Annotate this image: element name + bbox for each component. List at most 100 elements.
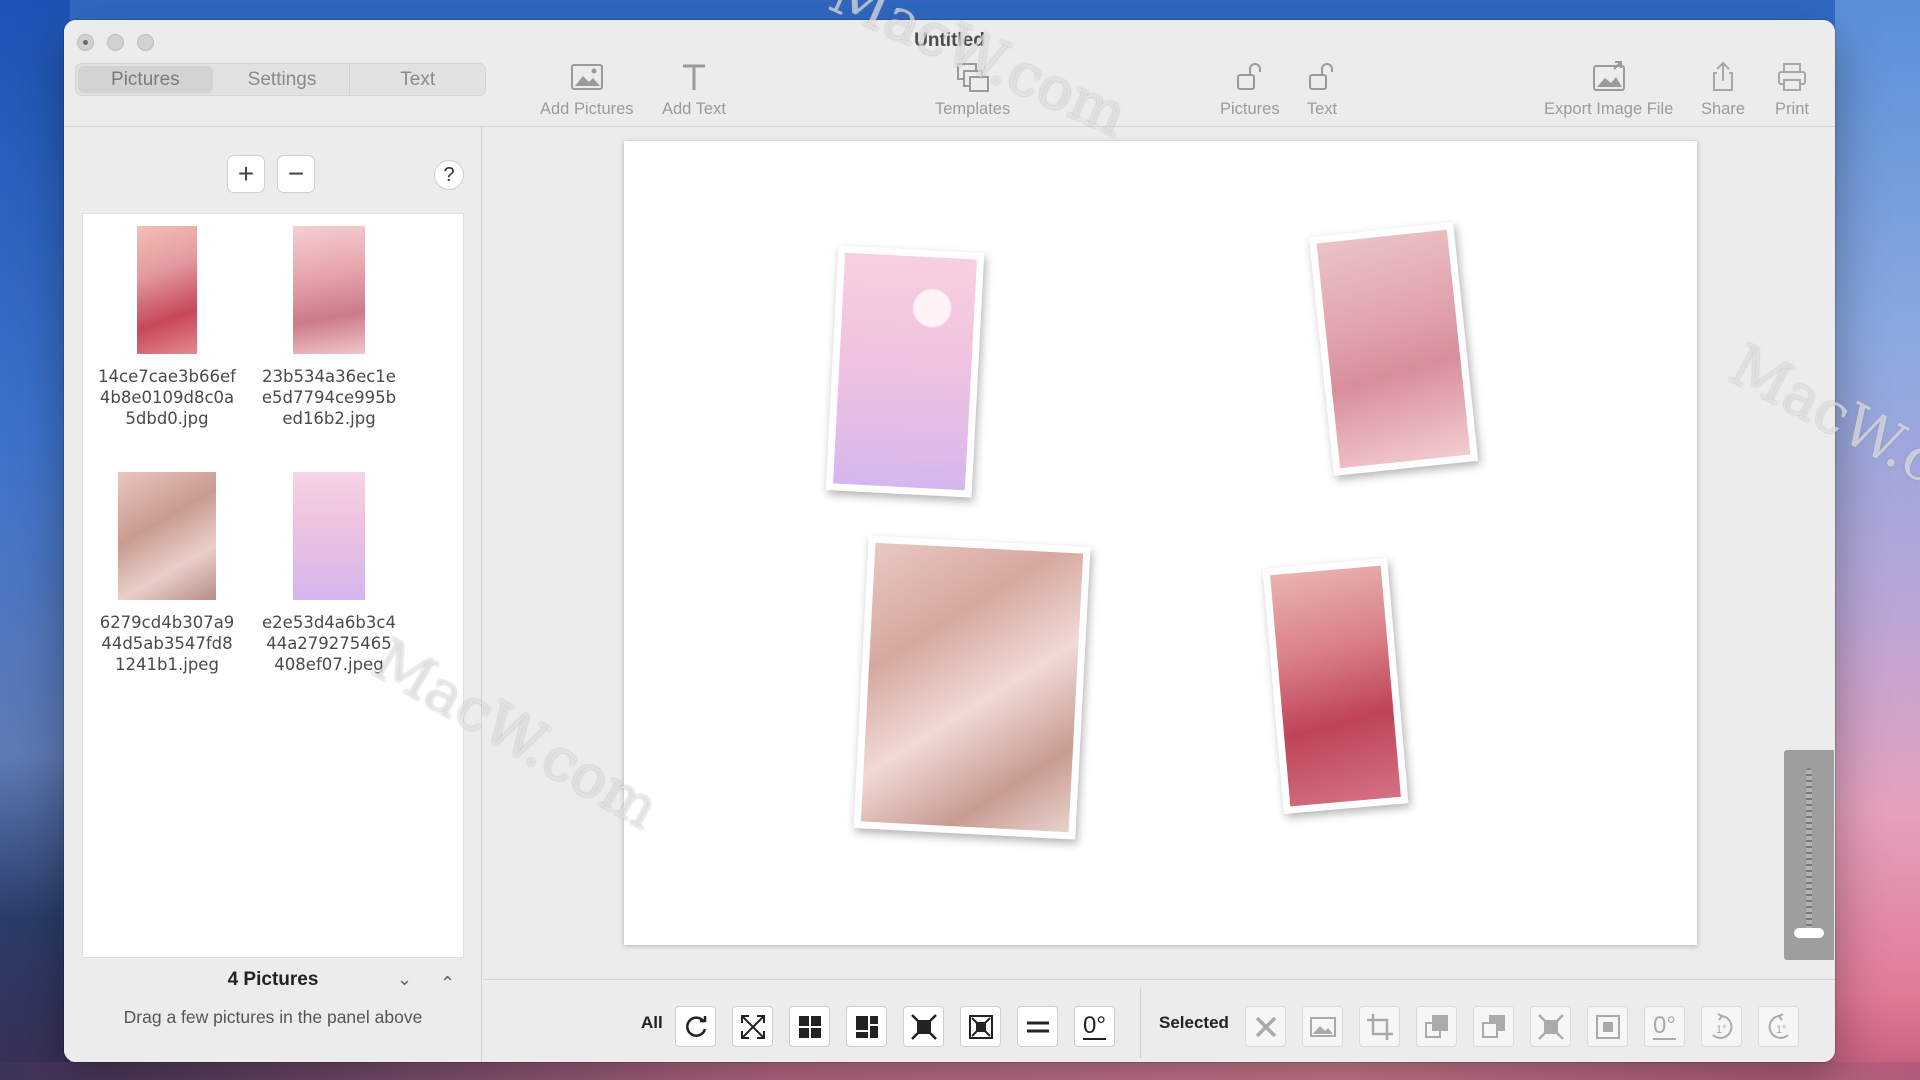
- add-text-label: Add Text: [662, 100, 726, 118]
- rotate-random-icon: [685, 1015, 706, 1037]
- templates-icon: [956, 63, 989, 92]
- zoom-slider[interactable]: [1784, 750, 1834, 960]
- center-frame-icon: [968, 1014, 993, 1039]
- filename-line: 5dbd0.jpg: [125, 409, 209, 428]
- fill-selected-button[interactable]: [1530, 1006, 1571, 1047]
- center-selected-button[interactable]: [1587, 1006, 1628, 1047]
- fill-frame-icon: [1537, 1013, 1564, 1040]
- add-pictures-label: Add Pictures: [540, 100, 634, 118]
- rotate-zero-icon: 0°: [1083, 1011, 1106, 1040]
- crop-icon: [1366, 1013, 1393, 1040]
- selected-label: Selected: [1159, 1013, 1229, 1032]
- grid-mosaic-icon: [855, 1015, 878, 1038]
- equal-size-button[interactable]: [1017, 1006, 1058, 1047]
- rotate-left-1-icon: 1°: [1768, 1012, 1789, 1039]
- filename-line: e5d7794ce995b: [261, 388, 397, 407]
- filename-line: 23b534a36ec1e: [262, 367, 396, 386]
- filename-line: 1241b1.jpeg: [115, 655, 219, 674]
- picture-thumbnail-item[interactable]: 6279cd4b307a9 44d5ab3547fd8 1241b1.jpeg: [92, 472, 242, 675]
- picture-list-panel[interactable]: 14ce7cae3b66ef 4b8e0109d8c0a 5dbd0.jpg 2…: [82, 213, 464, 958]
- zoom-slider-track[interactable]: [1806, 768, 1812, 938]
- share-button[interactable]: Share: [1701, 60, 1745, 119]
- zoom-slider-knob[interactable]: [1794, 928, 1824, 938]
- scatter-button[interactable]: [732, 1006, 773, 1047]
- collage-photo-image: [833, 252, 977, 491]
- pictures-sidebar: + − ? 14ce7cae3b66ef 4b8e0109d8c0a 5dbd0…: [64, 127, 482, 1062]
- add-pictures-button[interactable]: Add Pictures: [540, 60, 634, 119]
- tab-pictures[interactable]: Pictures: [78, 66, 213, 93]
- filename-line: 14ce7cae3b66ef: [98, 367, 236, 386]
- image-icon: [570, 64, 603, 90]
- delete-icon: [1255, 1016, 1276, 1037]
- tab-settings[interactable]: Settings: [215, 64, 351, 95]
- window-title: Untitled: [914, 30, 985, 51]
- rotate-zero-selected-button[interactable]: 0°: [1644, 1006, 1685, 1047]
- export-image-label: Export Image File: [1544, 100, 1674, 118]
- all-label: All: [641, 1013, 663, 1032]
- image-icon: [1309, 1016, 1336, 1037]
- grid-button[interactable]: [789, 1006, 830, 1047]
- replace-image-button[interactable]: [1302, 1006, 1343, 1047]
- templates-button[interactable]: Templates: [935, 60, 1010, 119]
- collage-photo[interactable]: [1308, 222, 1479, 476]
- export-image-icon: [1592, 61, 1625, 91]
- svg-text:1°: 1°: [1716, 1024, 1727, 1036]
- mosaic-button[interactable]: [846, 1006, 887, 1047]
- thumbnail-image: [293, 472, 365, 600]
- remove-picture-button[interactable]: −: [277, 155, 315, 193]
- filename-line: 44d5ab3547fd8: [101, 634, 233, 653]
- thumbnail-filename: 23b534a36ec1e e5d7794ce995b ed16b2.jpg: [254, 366, 404, 429]
- help-button[interactable]: ?: [434, 160, 464, 190]
- thumbnail-image: [293, 226, 365, 354]
- text-lock-button[interactable]: Text: [1304, 60, 1340, 119]
- desktop-wallpaper-left: [0, 0, 70, 1080]
- share-label: Share: [1701, 100, 1746, 118]
- share-icon: [1713, 61, 1734, 91]
- print-label: Print: [1775, 100, 1809, 118]
- crop-button[interactable]: [1359, 1006, 1400, 1047]
- filename-line: 408ef07.jpeg: [274, 655, 384, 674]
- print-button[interactable]: Print: [1774, 60, 1810, 119]
- bring-front-button[interactable]: [1416, 1006, 1457, 1047]
- filename-line: e2e53d4a6b3c4: [262, 613, 396, 632]
- rotate-zero-all-button[interactable]: 0°: [1074, 1006, 1115, 1047]
- send-back-button[interactable]: [1473, 1006, 1514, 1047]
- collage-page[interactable]: [624, 141, 1697, 945]
- collage-photo-image: [1316, 229, 1471, 469]
- tab-text[interactable]: Text: [350, 64, 485, 95]
- thumbnail-image: [118, 472, 216, 600]
- delete-selected-button[interactable]: [1245, 1006, 1286, 1047]
- mode-segmented-control: Pictures Settings Text: [75, 63, 486, 96]
- fill-frame-icon: [910, 1013, 937, 1040]
- collage-photo-image: [1270, 565, 1401, 807]
- add-text-button[interactable]: Add Text: [662, 60, 726, 119]
- app-window: Untitled Pictures Settings Text Add Pict…: [64, 20, 1835, 1062]
- printer-icon: [1778, 63, 1806, 91]
- filename-line: ed16b2.jpg: [282, 409, 376, 428]
- picture-thumbnail-item[interactable]: 14ce7cae3b66ef 4b8e0109d8c0a 5dbd0.jpg: [92, 226, 242, 429]
- grid-2x2-icon: [798, 1015, 821, 1038]
- desktop-wallpaper-right: [1835, 0, 1920, 1080]
- add-picture-button[interactable]: +: [227, 155, 265, 193]
- pictures-lock-button[interactable]: Pictures: [1220, 60, 1280, 119]
- thumbnail-image: [137, 226, 197, 354]
- desktop-wallpaper-bottom: [0, 1062, 1920, 1080]
- center-frame-icon: [1595, 1014, 1620, 1039]
- export-image-button[interactable]: Export Image File: [1544, 60, 1673, 119]
- filename-line: 4b8e0109d8c0a: [99, 388, 235, 407]
- text-icon: [682, 64, 705, 90]
- collage-photo[interactable]: [853, 535, 1091, 840]
- chevron-up-icon[interactable]: ⌃: [440, 973, 455, 994]
- fill-button[interactable]: [903, 1006, 944, 1047]
- rotate-left-button[interactable]: 1°: [1758, 1006, 1799, 1047]
- picture-thumbnail-item[interactable]: 23b534a36ec1e e5d7794ce995b ed16b2.jpg: [254, 226, 404, 429]
- collage-photo[interactable]: [1262, 558, 1409, 814]
- picture-thumbnail-item[interactable]: e2e53d4a6b3c4 44a279275465 408ef07.jpeg: [254, 472, 404, 675]
- chevron-down-icon[interactable]: ⌄: [397, 969, 412, 990]
- rotate-right-button[interactable]: 1°: [1701, 1006, 1742, 1047]
- send-back-icon: [1481, 1014, 1505, 1038]
- shuffle-rotate-button[interactable]: [675, 1006, 716, 1047]
- collage-photo[interactable]: [825, 245, 985, 498]
- unlock-icon: [1236, 63, 1261, 90]
- center-button[interactable]: [960, 1006, 1001, 1047]
